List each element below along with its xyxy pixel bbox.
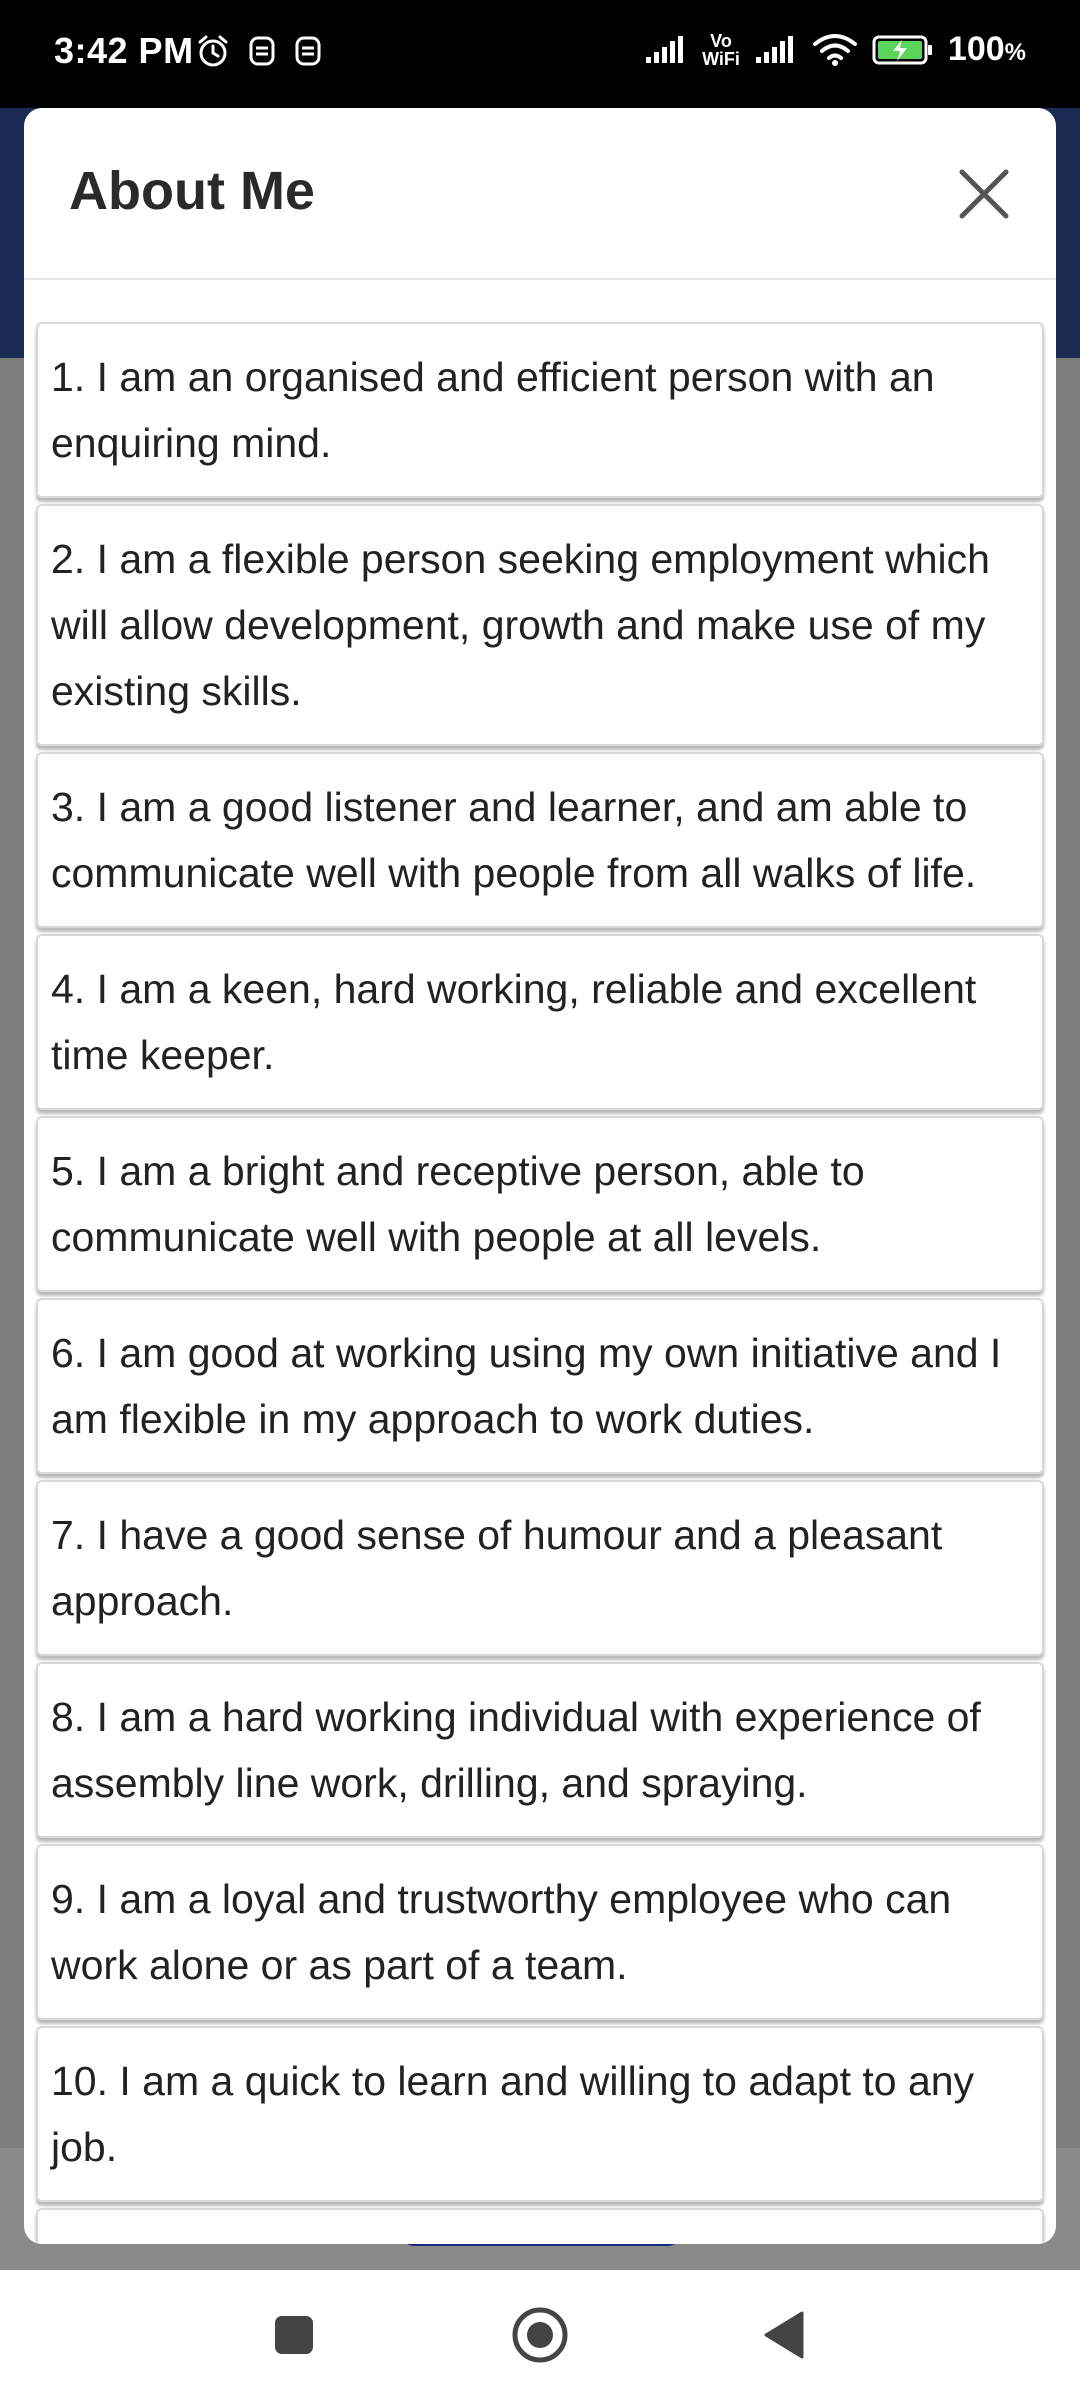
modal-title: About Me [69, 161, 315, 221]
navigation-bar [0, 2270, 1080, 2400]
list-item[interactable]: 6. I am good at working using my own ini… [36, 1298, 1044, 1474]
status-time: 3:42 PM [54, 30, 194, 71]
about-me-list: 1. I am an organised and efficient perso… [24, 322, 1056, 2244]
battery-icon [872, 35, 932, 64]
list-item[interactable]: 3. I am a good listener and learner, and… [36, 752, 1044, 928]
list-item[interactable]: 7. I have a good sense of humour and a p… [36, 1480, 1044, 1656]
close-icon [959, 169, 1009, 219]
screen: 3:42 PM Vo WiFi 100% About Me 1. I am an… [0, 0, 1080, 2400]
list-item[interactable]: 10. I am a quick to learn and willing to… [36, 2026, 1044, 2202]
status-system-icons: Vo WiFi 100% [644, 30, 1026, 69]
list-item[interactable]: 8. I am a hard working individual with e… [36, 1662, 1044, 1838]
list-item[interactable]: 1. I am an organised and efficient perso… [36, 322, 1044, 498]
alarm-icon [198, 35, 228, 67]
list-item[interactable]: 2. I am a flexible person seeking employ… [36, 504, 1044, 746]
modal-body[interactable]: 1. I am an organised and efficient perso… [24, 322, 1056, 2244]
vowifi-indicator: Vo WiFi [702, 32, 740, 68]
recents-button[interactable] [259, 2300, 329, 2370]
app-notification-icon [249, 36, 275, 66]
close-button[interactable] [948, 158, 1020, 230]
vowifi-bottom-label: WiFi [702, 48, 740, 69]
battery-level: 100% [948, 30, 1026, 69]
app-notification-icon-2 [295, 36, 321, 66]
battery-value: 100 [947, 30, 1005, 68]
modal-header: About Me [24, 108, 1056, 280]
list-item[interactable]: 11. I am a competent, loyal, hard workin… [36, 2208, 1044, 2244]
back-button[interactable] [749, 2300, 819, 2370]
status-bar: 3:42 PM Vo WiFi 100% [0, 0, 1080, 108]
home-button[interactable] [505, 2300, 575, 2370]
status-notification-icons [196, 34, 322, 68]
vowifi-top-label: Vo [710, 30, 732, 51]
battery-unit: % [1004, 39, 1026, 66]
about-me-modal: About Me 1. I am an organised and effici… [24, 108, 1056, 2244]
signal-icon [646, 35, 684, 63]
recents-icon [275, 2316, 313, 2354]
list-item[interactable]: 4. I am a keen, hard working, reliable a… [36, 934, 1044, 1110]
home-icon [512, 2307, 568, 2363]
wifi-icon [812, 33, 857, 66]
list-item[interactable]: 5. I am a bright and receptive person, a… [36, 1116, 1044, 1292]
back-icon [764, 2311, 804, 2359]
list-item[interactable]: 9. I am a loyal and trustworthy employee… [36, 1844, 1044, 2020]
signal-icon-2 [755, 35, 793, 63]
